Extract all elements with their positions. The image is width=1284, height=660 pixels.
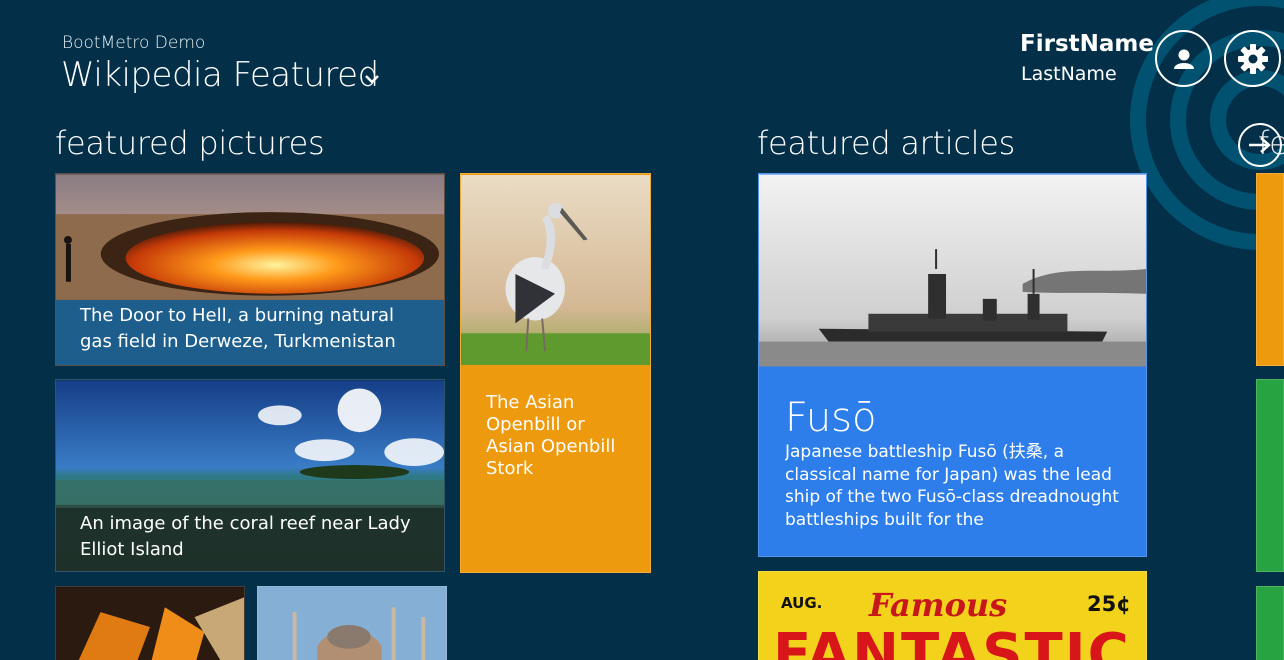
picture-tile-door-to-hell[interactable]: The Door to Hell, a burning natural gas … [55,173,445,366]
door-to-hell-image [56,174,444,300]
article-summary: Japanese battleship Fusō (扶桑, a classica… [785,442,1119,530]
openbill-stork-image [461,175,650,365]
picture-caption: An image of the coral reef near Lady Ell… [80,513,411,560]
picture-caption: The Door to Hell, a burning natural gas … [56,300,444,365]
picture-caption: The Asian Openbill or Asian Openbill Sto… [486,392,616,479]
partial-tile-green-bottom[interactable] [1256,586,1284,660]
arrow-right-icon [1249,137,1271,153]
article-title: Fusō [785,395,877,441]
picture-tile-mineral[interactable] [55,586,245,660]
mineral-image [56,587,244,660]
gear-icon [1237,43,1268,74]
user-first-name: FirstName [1020,31,1154,57]
page-title[interactable]: Wikipedia Featured [61,55,379,95]
user-button[interactable] [1155,30,1212,87]
settings-button[interactable] [1224,30,1281,87]
comic-famous-label: Famous [869,586,1008,624]
battleship-image [759,174,1146,367]
comic-price-label: 25¢ [1087,592,1131,616]
article-tile-famous-fantastic[interactable]: AUG. Famous 25¢ FANTASTIC [758,571,1147,660]
app-name: BootMetro Demo [62,33,206,53]
picture-tile-hagia-sophia[interactable] [257,586,447,660]
section-title-pictures: featured pictures [55,124,325,162]
partial-tile-green[interactable] [1256,379,1284,572]
comic-title-label: FANTASTIC [773,622,1131,660]
user-icon [1173,49,1194,69]
section-title-articles: featured articles [757,124,1015,162]
user-last-name: LastName [1021,63,1117,85]
comic-aug-label: AUG. [781,594,823,612]
chevron-down-icon[interactable] [361,68,383,90]
picture-tile-coral-reef[interactable]: An image of the coral reef near Lady Ell… [55,379,445,572]
picture-tile-openbill[interactable]: The Asian Openbill or Asian Openbill Sto… [460,173,651,573]
partial-tile-orange[interactable] [1256,173,1284,366]
article-tile-fuso[interactable]: Fusō Japanese battleship Fusō (扶桑, a cla… [758,173,1147,557]
next-section-button[interactable] [1238,123,1282,167]
hagia-sophia-image [258,587,446,660]
